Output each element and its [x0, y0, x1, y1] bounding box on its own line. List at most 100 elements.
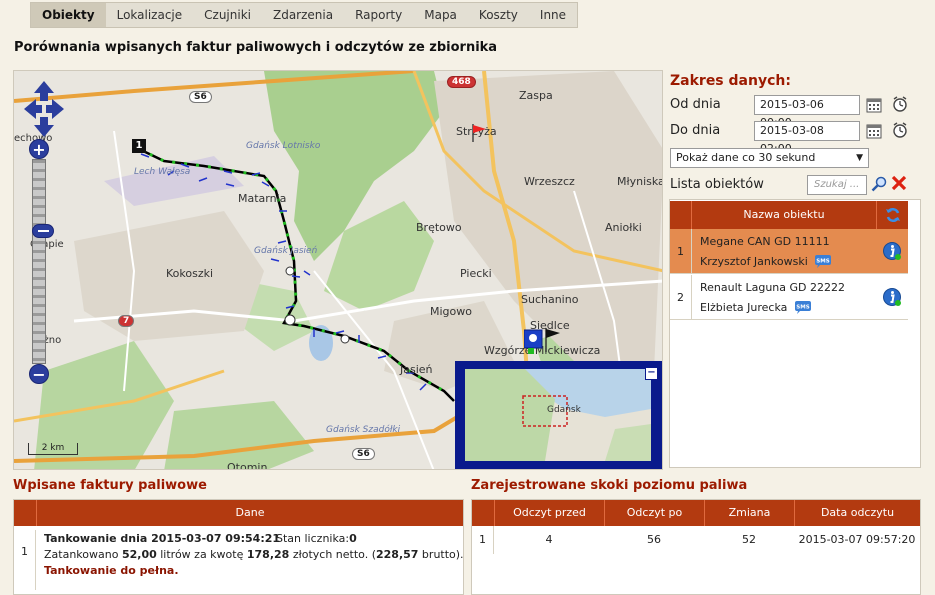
- fuel-jumps-table-header: Odczyt przed Odczyt po Zmiana Data odczy…: [472, 500, 920, 526]
- from-date-input[interactable]: 2015-03-06 00:00: [754, 95, 860, 129]
- reading-before: 4: [545, 533, 553, 546]
- map-label-jasien: Jasień: [400, 363, 433, 376]
- map-label-mlyniska: Młyniska: [617, 175, 663, 188]
- map-label-suchanino: Suchanino: [521, 293, 579, 306]
- object-driver: Krzysztof Jankowski: [700, 255, 808, 268]
- object-row[interactable]: 1 Megane CAN GD 11111 Krzysztof Jankowsk…: [670, 229, 908, 274]
- flag-red-icon: [472, 124, 486, 142]
- map-label-jasien-station: Gdańsk Jasień: [254, 246, 318, 256]
- to-date-label: Do dnia: [670, 123, 721, 138]
- overview-minimize-button[interactable]: −: [645, 367, 658, 380]
- menu-item-lokalizacje[interactable]: Lokalizacje: [106, 3, 194, 27]
- zoom-control: + −: [29, 139, 54, 384]
- calendar-icon[interactable]: [866, 123, 882, 139]
- refuel-details: Zatankowano 52,00 litrów za kwotę 178,28…: [44, 548, 464, 561]
- map-label-otomin: Otomin: [227, 461, 268, 470]
- column-header-change: Zmiana: [704, 500, 794, 526]
- clock-icon[interactable]: [892, 122, 908, 138]
- from-date-label: Od dnia: [670, 97, 721, 112]
- object-row-number: 1: [670, 229, 692, 274]
- zoom-slider[interactable]: [32, 159, 54, 364]
- interval-select-value: Pokaż dane co 30 sekund: [676, 151, 816, 164]
- invoices-title: Wpisane faktury paliwowe: [13, 478, 207, 493]
- object-row[interactable]: 2 Renault Laguna GD 22222 Elżbieta Jurec…: [670, 275, 908, 320]
- object-name: Megane CAN GD 11111: [700, 235, 830, 248]
- overview-label-gdansk: Gdańsk: [547, 405, 581, 415]
- menu-item-raporty[interactable]: Raporty: [344, 3, 413, 27]
- map-scale: 2 km: [28, 443, 78, 455]
- invoices-data-column-header: Dane: [36, 500, 463, 526]
- map-label-zaspa: Zaspa: [519, 89, 553, 102]
- menu-item-obiekty[interactable]: Obiekty: [31, 3, 106, 27]
- clock-icon[interactable]: [892, 96, 908, 112]
- map-label-piecki: Piecki: [460, 267, 492, 280]
- object-table-header: Nazwa obiektu: [670, 201, 908, 229]
- page-title: Porównania wpisanych faktur paliwowych i…: [14, 40, 498, 55]
- fuel-jump-row-number: 1: [472, 526, 494, 554]
- object-list-label: Lista obiektów: [670, 177, 764, 192]
- fuel-jumps-title: Zarejestrowane skoki poziomu paliwa: [471, 478, 748, 493]
- object-name-column-header: Nazwa obiektu: [743, 208, 825, 221]
- info-icon[interactable]: [882, 287, 902, 307]
- invoice-row-number: 1: [14, 530, 36, 590]
- reading-after: 56: [647, 533, 661, 546]
- sms-icon[interactable]: SMS: [794, 301, 812, 315]
- calendar-icon[interactable]: [866, 97, 882, 113]
- road-badge-7: 7: [118, 315, 135, 327]
- counter-label: Stan licznika:: [276, 532, 350, 545]
- main-menu: Obiekty Lokalizacje Czujniki Zdarzenia R…: [30, 2, 579, 28]
- object-driver: Elżbieta Jurecka: [700, 301, 788, 314]
- route-start-marker[interactable]: 1: [132, 139, 146, 153]
- vehicle-icon[interactable]: [524, 326, 564, 358]
- menu-item-czujniki[interactable]: Czujniki: [193, 3, 262, 27]
- to-date-input[interactable]: 2015-03-08 02:00: [754, 121, 860, 155]
- refuel-title: Tankowanie dnia 2015-03-07 09:54:21: [44, 532, 281, 545]
- menu-item-zdarzenia[interactable]: Zdarzenia: [262, 3, 344, 27]
- map-label-matarnia: Matarnia: [238, 192, 287, 205]
- overview-map[interactable]: Gdańsk −: [455, 361, 662, 469]
- clear-search-icon[interactable]: [891, 175, 907, 191]
- object-row-number: 2: [670, 275, 692, 320]
- map-label-kokoszki: Kokoszki: [166, 267, 214, 280]
- road-badge-468: 468: [447, 76, 476, 88]
- info-icon[interactable]: [882, 241, 902, 261]
- zoom-out-button[interactable]: −: [29, 364, 49, 384]
- road-badge-s6-bottom: S6: [352, 448, 375, 460]
- interval-select[interactable]: Pokaż dane co 30 sekund ▼: [670, 148, 869, 168]
- sms-icon[interactable]: SMS: [814, 255, 832, 269]
- chevron-down-icon: ▼: [856, 153, 863, 163]
- refresh-icon[interactable]: [885, 207, 901, 223]
- full-tank-note: Tankowanie do pełna.: [44, 564, 179, 577]
- menu-item-koszty[interactable]: Koszty: [468, 3, 529, 27]
- liters-value: 52,00: [121, 548, 157, 561]
- menu-item-mapa[interactable]: Mapa: [413, 3, 468, 27]
- object-name: Renault Laguna GD 22222: [700, 281, 845, 294]
- column-header-date: Data odczytu: [794, 500, 920, 526]
- gross-value: 228,57: [375, 548, 419, 561]
- object-list-panel: Nazwa obiektu 1 Megane CAN GD 11111 Krzy…: [669, 199, 921, 468]
- sms-icon-label: SMS: [817, 259, 830, 265]
- amount-value: 178,28: [246, 548, 290, 561]
- zoom-slider-handle[interactable]: [32, 224, 54, 238]
- map-label-bretowo: Brętowo: [416, 221, 462, 234]
- zoom-in-button[interactable]: +: [29, 139, 49, 159]
- sms-icon-label: SMS: [796, 305, 809, 311]
- object-search-input[interactable]: Szukaj ...: [807, 175, 867, 195]
- search-icon[interactable]: [871, 176, 887, 192]
- date-range-title: Zakres danych:: [670, 73, 791, 89]
- menu-item-inne[interactable]: Inne: [529, 3, 577, 27]
- counter-value: 0: [349, 532, 357, 545]
- pan-control[interactable]: [22, 79, 66, 139]
- fuel-jumps-table: Odczyt przed Odczyt po Zmiana Data odczy…: [471, 499, 921, 595]
- invoices-table-header: Dane: [14, 500, 463, 526]
- route-map[interactable]: Zaspa Strzyża Wrzeszcz Młyniska Matarnia…: [13, 70, 663, 470]
- map-label-aniolki: Aniołki: [605, 221, 642, 234]
- reading-change: 52: [742, 533, 756, 546]
- map-label-lechwalesa: Lech Wałęsa: [134, 167, 191, 177]
- overview-map-image: [465, 369, 651, 461]
- invoices-table: Dane 1 Tankowanie dnia 2015-03-07 09:54:…: [13, 499, 464, 595]
- map-label-wrzeszcz: Wrzeszcz: [524, 175, 575, 188]
- column-header-before: Odczyt przed: [494, 500, 604, 526]
- column-header-after: Odczyt po: [604, 500, 704, 526]
- map-label-migowo: Migowo: [430, 305, 472, 318]
